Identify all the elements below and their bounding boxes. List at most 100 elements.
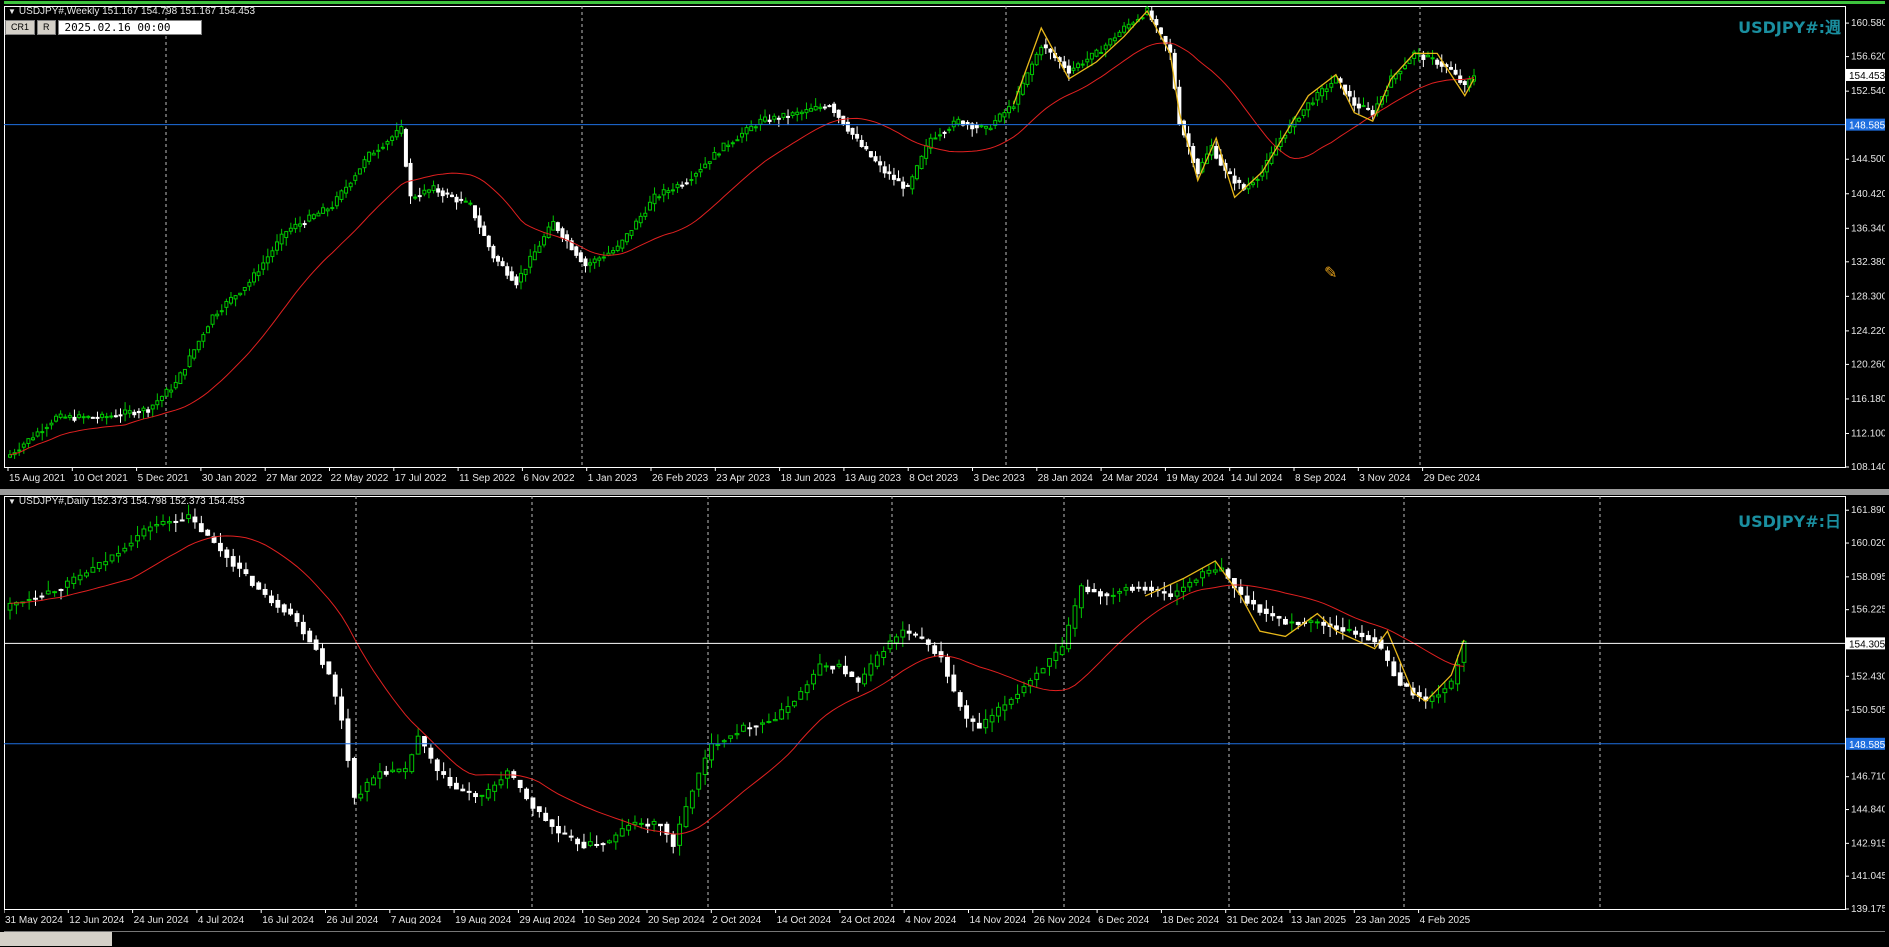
price-tag-label: 154.305	[1849, 639, 1885, 650]
candle-body	[141, 528, 147, 537]
candle-body	[505, 266, 510, 276]
candle-body	[747, 727, 753, 730]
candle-body	[919, 155, 924, 170]
candle-body	[132, 411, 137, 416]
candle-body	[1365, 635, 1371, 641]
candle-body	[293, 223, 298, 230]
candle-body	[715, 743, 721, 746]
candle-body	[426, 189, 431, 193]
candle-body	[942, 131, 947, 134]
candle-body	[619, 828, 625, 837]
weekly-info-row: ▼ USDJPY#,Weekly 151.167 154.798 151.167 …	[8, 6, 255, 17]
candle-body	[146, 409, 151, 413]
y-tick-label: 136.340	[1851, 223, 1885, 234]
candle-body	[1244, 595, 1250, 604]
candle-body	[205, 326, 210, 334]
candle-body	[638, 822, 644, 825]
candle-body	[339, 696, 345, 721]
candle-body	[581, 841, 587, 849]
candle-body	[519, 272, 524, 283]
candle-body	[1034, 53, 1039, 66]
collapse-triangle-icon[interactable]: ▼	[8, 7, 16, 16]
candle-body	[160, 520, 166, 525]
candle-body	[652, 193, 657, 205]
candle-body	[1040, 668, 1046, 674]
r-button[interactable]: R	[37, 20, 56, 35]
candle-body	[689, 179, 694, 182]
date-input[interactable]: 2025.02.16 00:00	[57, 20, 202, 35]
candle-body	[1200, 571, 1205, 579]
candle-body	[583, 258, 588, 267]
candle-body	[1455, 664, 1461, 685]
candle-body	[804, 684, 810, 694]
chart-tab[interactable]	[0, 932, 112, 946]
candle-body	[128, 542, 134, 547]
candle-body	[1062, 61, 1067, 69]
candle-body	[320, 648, 325, 665]
candle-body	[766, 720, 772, 723]
candle-body	[1161, 591, 1167, 594]
candle-body	[873, 156, 878, 162]
candle-body	[1310, 102, 1315, 105]
candle-body	[81, 416, 86, 419]
candle-body	[638, 215, 643, 224]
candle-body	[901, 181, 906, 189]
x-tick-label: 31 May 2024	[5, 915, 63, 924]
candle-body	[1398, 70, 1403, 75]
candle-body	[72, 416, 77, 421]
price-tag-label: 148.585	[1849, 740, 1885, 751]
candle-body	[1314, 621, 1320, 624]
candle-body	[281, 604, 287, 613]
candle-body	[594, 843, 600, 846]
candle-body	[542, 236, 547, 246]
candle-body	[684, 182, 689, 185]
active-indicator	[4, 1, 1885, 4]
candle-body	[256, 582, 262, 590]
candle-body	[1099, 51, 1104, 54]
pane-separator[interactable]	[0, 489, 1889, 495]
x-tick-label: 24 Oct 2024	[841, 915, 896, 924]
candle-body	[215, 313, 220, 317]
weekly-chart-pane[interactable]: 160.580 156.620 152.540 148.585 144.500 140.4…	[4, 6, 1885, 488]
candle-body	[307, 630, 313, 643]
daily-chart-svg[interactable]: 161.890 160.020 158.095 156.225 154.305 152.4…	[4, 496, 1885, 924]
candle-body	[767, 119, 772, 122]
candle-body	[1370, 110, 1375, 116]
candle-body	[334, 196, 339, 207]
candle-body	[882, 166, 887, 174]
candle-body	[371, 777, 376, 786]
candle-body	[302, 223, 307, 226]
candle-body	[924, 145, 929, 159]
candle-body	[44, 426, 49, 430]
candle-body	[1320, 88, 1325, 97]
candle-body	[997, 113, 1002, 122]
candle-body	[1306, 102, 1311, 111]
candle-body	[1136, 586, 1142, 589]
collapse-triangle-icon[interactable]: ▼	[8, 497, 16, 506]
candle-body	[49, 422, 54, 426]
candle-body	[150, 404, 155, 410]
x-tick-label: 18 Dec 2024	[1162, 915, 1219, 924]
candle-body	[989, 714, 995, 723]
candle-body	[1117, 591, 1123, 594]
candle-body	[530, 797, 536, 809]
candle-body	[675, 184, 680, 189]
candle-body	[1085, 58, 1090, 63]
candle-body	[680, 184, 685, 187]
candle-body	[1366, 107, 1371, 110]
candle-body	[855, 677, 861, 683]
x-tick-label: 12 Jun 2024	[69, 915, 124, 924]
candle-body	[613, 834, 619, 843]
x-tick-label: 14 Nov 2024	[970, 915, 1027, 924]
candle-body	[218, 542, 223, 552]
daily-chart-pane[interactable]: 161.890 160.020 158.095 156.225 154.305 152.4…	[4, 496, 1885, 924]
candle-body	[1372, 637, 1378, 643]
window-top-bar	[0, 0, 1889, 5]
weekly-chart-svg[interactable]: 160.580 156.620 152.540 148.585 144.500 140.4…	[4, 6, 1885, 488]
candle-body	[95, 416, 100, 419]
candle-body	[1257, 604, 1263, 613]
candle-body	[1436, 694, 1441, 698]
x-tick-label: 11 Sep 2022	[459, 473, 515, 484]
cr-button[interactable]: CR1	[5, 20, 36, 35]
candle-body	[376, 149, 381, 152]
